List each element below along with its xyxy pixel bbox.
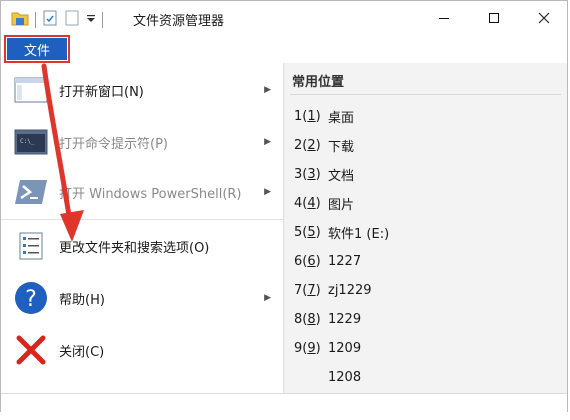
submenu-arrow-icon: ▶ — [264, 293, 271, 303]
menu-item-label: 打开 Windows PowerShell(R) — [59, 186, 242, 202]
frequent-place-item[interactable]: 7(7) zj1229 — [294, 279, 372, 301]
customize-toolbar-dropdown-icon[interactable] — [86, 10, 96, 30]
svg-text:?: ? — [25, 287, 37, 312]
menu-item-label: 关闭(C) — [59, 344, 105, 360]
menu-item-label: 打开新窗口(N) — [59, 84, 144, 100]
menu-item-folder-options[interactable]: 更改文件夹和搜索选项(O) — [1, 221, 283, 271]
frequent-place-item[interactable]: 9(9) 1209 — [294, 337, 361, 359]
file-tab[interactable]: 文件 — [4, 35, 70, 63]
frequent-places-heading: 常用位置 — [292, 75, 345, 90]
frequent-place-item[interactable]: 4(4) 图片 — [294, 192, 354, 214]
menu-item-open-new-window[interactable]: 打开新窗口(N) ▶ — [1, 65, 283, 115]
window-title: 文件资源管理器 — [133, 14, 225, 29]
maximize-button[interactable] — [469, 1, 519, 35]
menu-item-label: 打开命令提示符(P) — [59, 136, 168, 152]
submenu-arrow-icon: ▶ — [264, 85, 271, 95]
close-x-icon — [13, 335, 49, 365]
title-bar: 文件资源管理器 — [1, 1, 569, 35]
menu-item-label: 帮助(H) — [59, 292, 105, 308]
menu-item-help[interactable]: ? 帮助(H) ▶ — [1, 273, 283, 323]
menu-item-close[interactable]: 关闭(C) — [1, 325, 283, 375]
ribbon-tab-row: 文件 — [1, 35, 567, 64]
new-folder-icon[interactable] — [64, 10, 80, 30]
frequent-place-item[interactable]: 3(3) 文档 — [294, 163, 354, 185]
frequent-places-panel: 常用位置 1(1) 桌面 2(2) 下载 3(3) 文档 4(4) 图片 5(5… — [284, 63, 567, 393]
status-bar — [1, 393, 567, 412]
svg-text:C:\_: C:\_ — [20, 138, 35, 145]
cmd-icon: C:\_ — [13, 127, 49, 157]
file-menu: 打开新窗口(N) ▶ C:\_ 打开命令提示符(P) ▶ 打开 Windows … — [1, 63, 284, 393]
folder-icon[interactable] — [11, 10, 29, 30]
frequent-place-item[interactable]: 8(8) 1229 — [294, 308, 361, 330]
menu-item-label: 更改文件夹和搜索选项(O) — [59, 240, 210, 256]
properties-icon[interactable] — [42, 10, 58, 30]
frequent-place-item[interactable]: 1(1) 桌面 — [294, 105, 354, 127]
submenu-arrow-icon: ▶ — [264, 187, 271, 197]
help-icon: ? — [13, 282, 49, 314]
submenu-arrow-icon: ▶ — [264, 137, 271, 147]
frequent-place-item[interactable]: 5(5) 软件1 (E:) — [294, 221, 389, 243]
frequent-place-item[interactable]: 2(2) 下载 — [294, 134, 354, 156]
minimize-button[interactable] — [419, 1, 469, 35]
quick-access-toolbar — [11, 10, 109, 30]
file-explorer-window: 文件资源管理器 文件 打开新窗口(N) ▶ C:\_ 打开命令提示符(P) ▶ … — [0, 0, 568, 412]
frequent-place-item[interactable]: 6(6) 1227 — [294, 250, 361, 272]
options-icon — [13, 231, 49, 261]
menu-item-open-command-prompt[interactable]: C:\_ 打开命令提示符(P) ▶ — [1, 117, 283, 167]
powershell-icon — [13, 177, 49, 207]
new-window-icon — [13, 75, 49, 105]
frequent-place-item[interactable]: 1208 — [294, 366, 361, 388]
menu-item-open-powershell[interactable]: 打开 Windows PowerShell(R) ▶ — [1, 167, 283, 217]
close-window-button[interactable] — [519, 1, 569, 35]
